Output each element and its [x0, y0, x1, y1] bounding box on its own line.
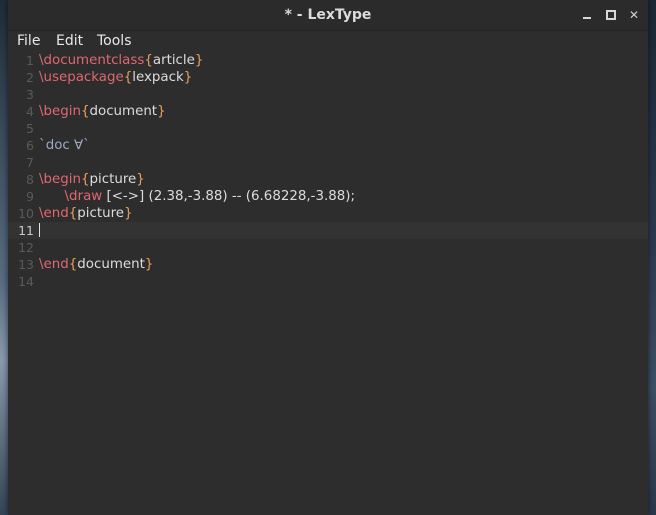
line-code: \begin{picture} [39, 171, 145, 188]
window-title: * - LexType [284, 7, 372, 23]
line-number: 12 [18, 240, 34, 255]
code-token: picture [77, 206, 125, 221]
line-number: 8 [26, 172, 34, 187]
title-bar[interactable]: * - LexType ✕ [8, 0, 648, 31]
line-code: \end{document} [39, 256, 153, 273]
line-code: `doc ∀` [39, 137, 90, 154]
editor-line[interactable]: 4 \begin{document} [8, 103, 648, 120]
editor-line[interactable]: 5 [8, 120, 648, 137]
code-token: `doc ∀` [39, 138, 90, 153]
code-token: [<->] (2.38,-3.88) -- (6.68228,-3.88); [102, 189, 356, 204]
editor-line[interactable]: 8 \begin{picture} [8, 171, 648, 188]
code-token: } [194, 53, 204, 68]
maximize-button[interactable] [604, 8, 618, 22]
code-editor[interactable]: 1 \documentclass{article} 2 \usepackage{lex… [8, 52, 648, 515]
code-token: \documentclass [39, 53, 145, 68]
editor-line[interactable]: 9 \draw [<->] (2.38,-3.88) -- (6.68228,-… [8, 188, 648, 205]
line-code: \end{picture} [39, 205, 133, 222]
menu-file[interactable]: File [17, 33, 40, 49]
code-token: \draw [64, 189, 103, 204]
line-number: 10 [18, 206, 34, 221]
line-number: 11 [18, 223, 34, 238]
code-token: \begin [39, 104, 81, 119]
line-number: 3 [26, 87, 34, 102]
code-token: } [144, 257, 154, 272]
code-token: article [152, 53, 195, 68]
code-token: \usepackage [39, 70, 124, 85]
editor-line[interactable]: 7 [8, 154, 648, 171]
line-number: 14 [18, 274, 34, 289]
code-token: \begin [39, 172, 81, 187]
editor-line[interactable]: 14 [8, 273, 648, 290]
line-number: 9 [26, 189, 34, 204]
editor-line[interactable]: 1 \documentclass{article} [8, 52, 648, 69]
line-number: 6 [26, 138, 34, 153]
minimize-button[interactable] [580, 8, 594, 22]
code-token: document [89, 104, 158, 119]
line-number: 5 [26, 121, 34, 136]
editor-line[interactable]: 2 \usepackage{lexpack} [8, 69, 648, 86]
code-token: \end [39, 257, 69, 272]
line-code: \begin{document} [39, 103, 166, 120]
line-code: \draw [<->] (2.38,-3.88) -- (6.68228,-3.… [39, 188, 356, 205]
code-token: picture [89, 172, 137, 187]
menu-edit[interactable]: Edit [56, 33, 83, 49]
maximize-icon [606, 10, 616, 20]
text-cursor [39, 223, 40, 237]
app-window: * - LexType ✕ File Edit Tools 1 \document… [8, 0, 648, 515]
editor-line[interactable]: 10 \end{picture} [8, 205, 648, 222]
editor-line[interactable]: 13 \end{document} [8, 256, 648, 273]
code-token: } [136, 172, 145, 187]
editor-line[interactable]: 12 [8, 239, 648, 256]
line-number: 7 [26, 155, 34, 170]
line-code: \documentclass{article} [39, 52, 203, 69]
editor-line[interactable]: 3 [8, 86, 648, 103]
code-token: { [68, 257, 78, 272]
close-button[interactable]: ✕ [627, 8, 641, 22]
code-token: lexpack [132, 70, 184, 85]
code-token: \end [39, 206, 69, 221]
code-token: { [80, 172, 90, 187]
line-number: 1 [26, 53, 34, 68]
editor-line[interactable]: 11 [8, 222, 648, 239]
code-token: { [80, 104, 90, 119]
code-token: { [123, 70, 133, 85]
line-number: 4 [26, 104, 34, 119]
code-token: } [124, 206, 133, 221]
code-token: } [183, 70, 193, 85]
desktop-background [0, 0, 8, 515]
line-number: 13 [18, 257, 34, 272]
code-token: { [68, 206, 78, 221]
minimize-icon [583, 17, 591, 19]
menu-tools[interactable]: Tools [97, 33, 132, 49]
line-code [39, 222, 40, 239]
close-icon: ✕ [628, 8, 640, 22]
editor-line[interactable]: 6 `doc ∀` [8, 137, 648, 154]
code-token: { [144, 53, 153, 68]
line-number: 2 [26, 70, 34, 85]
line-code: \usepackage{lexpack} [39, 69, 192, 86]
code-token: } [157, 104, 166, 119]
menu-bar: File Edit Tools [8, 31, 648, 53]
code-token: document [77, 257, 145, 272]
